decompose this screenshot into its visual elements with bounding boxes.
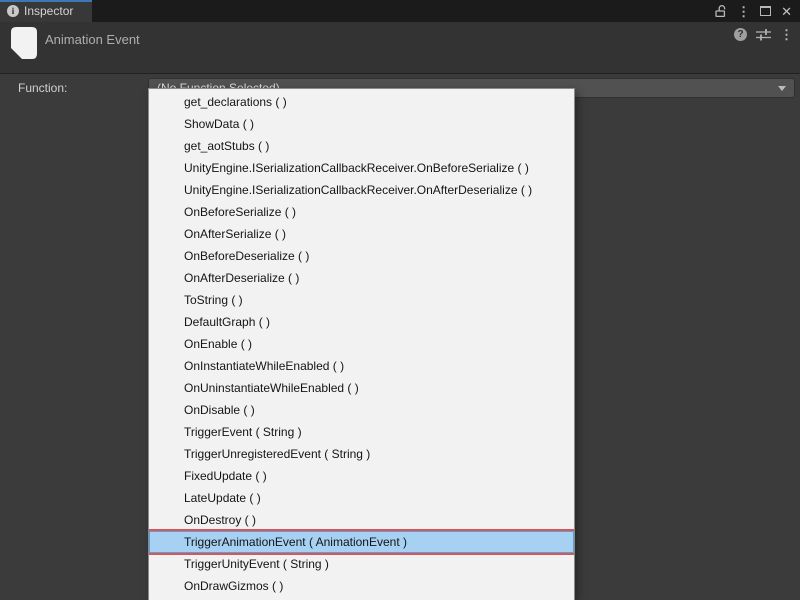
- inspector-window: i Inspector ⋮ ✕ Animation Event ?: [0, 0, 800, 600]
- function-menu-item[interactable]: DefaultGraph ( ): [149, 311, 574, 333]
- function-menu-item[interactable]: OnDrawGizmos ( ): [149, 575, 574, 597]
- presets-icon[interactable]: [756, 28, 771, 41]
- tab-accent-stripe: [0, 0, 92, 2]
- header-menu-icon[interactable]: ⋮: [780, 28, 793, 41]
- function-dropdown-popup: get_declarations ( )ShowData ( )get_aotS…: [148, 88, 575, 600]
- function-menu-item[interactable]: OnUninstantiateWhileEnabled ( ): [149, 377, 574, 399]
- function-menu-item[interactable]: TriggerUnityEvent ( String ): [149, 553, 574, 575]
- function-menu-item[interactable]: get_aotStubs ( ): [149, 135, 574, 157]
- function-menu-item[interactable]: ShowData ( ): [149, 113, 574, 135]
- function-menu-item[interactable]: OnAfterDeserialize ( ): [149, 267, 574, 289]
- window-tab-bar: i Inspector ⋮ ✕: [0, 0, 800, 22]
- close-icon[interactable]: ✕: [781, 5, 792, 18]
- help-icon[interactable]: ?: [734, 28, 747, 41]
- function-menu-item[interactable]: FixedUpdate ( ): [149, 465, 574, 487]
- maximize-icon[interactable]: [760, 6, 771, 16]
- function-menu-item[interactable]: ToString ( ): [149, 289, 574, 311]
- header-toolbar: ? ⋮: [734, 27, 793, 41]
- function-menu-item[interactable]: get_declarations ( ): [149, 91, 574, 113]
- function-label: Function:: [18, 81, 67, 95]
- function-menu-item[interactable]: OnAfterSerialize ( ): [149, 223, 574, 245]
- function-menu-item[interactable]: UnityEngine.ISerializationCallbackReceiv…: [149, 157, 574, 179]
- tab-label: Inspector: [24, 4, 73, 18]
- function-menu-item[interactable]: OnInstantiateWhileEnabled ( ): [149, 355, 574, 377]
- function-menu-item[interactable]: LateUpdate ( ): [149, 487, 574, 509]
- asset-document-icon: [10, 26, 38, 60]
- inspector-header: Animation Event ? ⋮: [0, 22, 800, 74]
- function-menu-item-highlighted[interactable]: TriggerAnimationEvent ( AnimationEvent ): [149, 531, 574, 553]
- function-menu-item[interactable]: OnEnable ( ): [149, 333, 574, 355]
- function-menu-item[interactable]: OnBeforeSerialize ( ): [149, 201, 574, 223]
- window-menu-icon[interactable]: ⋮: [737, 5, 750, 18]
- function-menu-list: get_declarations ( )ShowData ( )get_aotS…: [149, 91, 574, 597]
- function-menu-item[interactable]: TriggerUnregisteredEvent ( String ): [149, 443, 574, 465]
- function-menu-item[interactable]: TriggerEvent ( String ): [149, 421, 574, 443]
- info-icon: i: [7, 5, 19, 17]
- window-controls: ⋮ ✕: [714, 5, 800, 18]
- chevron-down-icon: [778, 86, 786, 91]
- tab-inspector[interactable]: i Inspector: [0, 0, 92, 22]
- function-menu-item[interactable]: OnDisable ( ): [149, 399, 574, 421]
- function-menu-item[interactable]: OnBeforeDeserialize ( ): [149, 245, 574, 267]
- unlock-icon[interactable]: [714, 5, 727, 18]
- function-menu-item[interactable]: UnityEngine.ISerializationCallbackReceiv…: [149, 179, 574, 201]
- page-title: Animation Event: [45, 32, 140, 47]
- function-menu-item[interactable]: OnDestroy ( ): [149, 509, 574, 531]
